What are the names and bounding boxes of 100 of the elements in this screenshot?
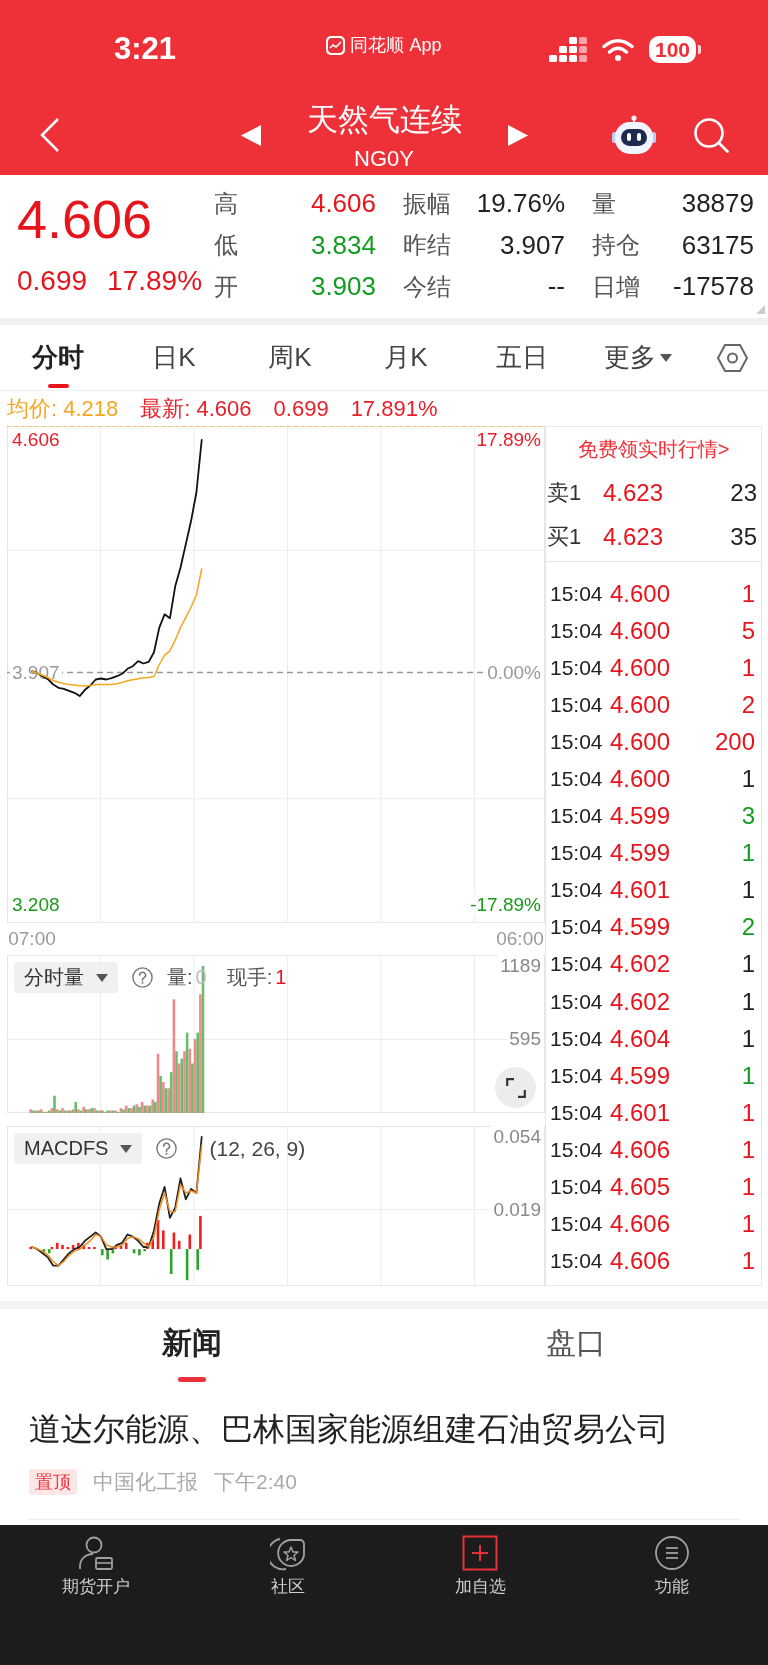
trade-time: 15:04 <box>550 952 604 977</box>
trade-price: 4.602 <box>610 987 672 1016</box>
indicator-parameters: (12, 26, 9) <box>209 1136 306 1161</box>
trade-price: 4.602 <box>610 950 672 979</box>
trade-time: 15:04 <box>550 1100 604 1125</box>
trade-price: 4.599 <box>610 802 672 831</box>
trade-volume: 1 <box>741 1024 755 1053</box>
stat-value: 63175 <box>681 229 754 261</box>
trade-volume: 1 <box>741 839 755 868</box>
stat-label: 日增 <box>592 271 640 302</box>
trade-price: 4.600 <box>610 765 672 793</box>
trade-volume: 1 <box>741 1135 755 1164</box>
trade-price: 4.604 <box>610 1024 672 1053</box>
trade-price: 4.600 <box>610 579 672 608</box>
trade-time: 15:04 <box>550 1026 604 1051</box>
stat-label: 开 <box>214 271 238 302</box>
readout-label: 现手: <box>226 965 273 990</box>
trade-time: 15:04 <box>550 841 604 866</box>
trade-time: 15:04 <box>550 1249 604 1274</box>
order-book-price: 4.623 <box>603 523 665 551</box>
trade-price: 4.606 <box>610 1135 672 1164</box>
trade-price: 4.599 <box>610 839 672 868</box>
stat-value: 38879 <box>681 188 754 220</box>
trade-time: 15:04 <box>550 618 604 643</box>
news-source: 中国化工报 <box>93 1469 198 1495</box>
price-change: 0.699 <box>17 265 88 297</box>
stat-label: 今结 <box>403 271 451 302</box>
trade-volume: 2 <box>741 913 755 942</box>
latest-price-legend: 最新: 4.606 <box>140 393 252 424</box>
trade-volume: 3 <box>741 802 755 831</box>
trade-time: 15:04 <box>550 1063 604 1088</box>
trade-price: 4.600 <box>610 653 672 682</box>
stat-label: 振幅 <box>403 188 451 219</box>
trade-time: 15:04 <box>550 915 604 940</box>
change-legend: 0.699 <box>273 395 329 422</box>
trade-volume: 2 <box>741 690 755 719</box>
order-book-label: 买1 <box>547 523 583 551</box>
stat-label: 低 <box>214 230 238 261</box>
trade-time: 15:04 <box>550 655 604 680</box>
percent-axis-label: -17.89% <box>468 894 543 917</box>
status-time: 3:21 <box>114 31 177 67</box>
trade-price: 4.600 <box>610 727 672 756</box>
trade-time: 15:04 <box>550 1212 604 1237</box>
news-time: 下午2:40 <box>214 1469 297 1495</box>
stat-value: 4.606 <box>310 188 376 220</box>
order-book-label: 卖1 <box>547 479 583 507</box>
order-book-volume: 35 <box>730 523 757 551</box>
stat-value: 3.834 <box>310 229 376 261</box>
trade-time: 15:04 <box>550 729 604 754</box>
percent-legend: 17.891% <box>350 395 438 422</box>
pinned-tag: 置顶 <box>29 1469 77 1495</box>
stat-value: 3.903 <box>310 271 376 303</box>
trade-price: 4.606 <box>610 1247 672 1276</box>
trade-volume: 1 <box>741 1098 755 1127</box>
order-book-volume: 23 <box>730 479 757 507</box>
trade-price: 4.600 <box>610 616 672 645</box>
percent-change: 17.89% <box>107 265 203 297</box>
trade-time: 15:04 <box>550 767 604 791</box>
readout-value: 1 <box>275 966 287 989</box>
trade-price: 4.605 <box>610 1173 672 1202</box>
order-book-price: 4.623 <box>603 479 665 507</box>
trade-price: 4.599 <box>610 1061 672 1090</box>
trade-volume: 1 <box>741 987 755 1016</box>
readout-label: 量: <box>167 965 193 990</box>
trade-time: 15:04 <box>550 1137 604 1162</box>
trade-time: 15:04 <box>550 1175 604 1200</box>
trade-price: 4.601 <box>610 1098 672 1127</box>
time-axis-label: 06:00 <box>496 928 544 950</box>
trade-volume: 1 <box>741 1173 755 1202</box>
average-price-legend: 均价: 4.218 <box>7 393 119 424</box>
stat-value: -17578 <box>673 271 754 303</box>
trade-volume: 200 <box>714 727 755 756</box>
trade-volume: 1 <box>741 950 755 979</box>
trade-price: 4.606 <box>610 1210 672 1239</box>
stat-value: 3.907 <box>499 229 565 261</box>
trade-volume: 1 <box>741 1061 755 1090</box>
last-price: 4.606 <box>17 191 153 247</box>
stat-label: 持仓 <box>592 230 640 261</box>
instrument-title: 天然气连续 <box>306 102 462 138</box>
trade-volume: 1 <box>741 579 755 608</box>
stat-value: 19.76% <box>476 188 565 220</box>
instrument-code: NG0Y <box>354 147 414 171</box>
trade-volume: 5 <box>741 616 755 645</box>
trade-volume: 1 <box>741 653 755 682</box>
stat-label: 高 <box>214 188 238 219</box>
trade-time: 15:04 <box>550 692 604 717</box>
battery-indicator: 100 <box>648 35 701 63</box>
trade-time: 15:04 <box>550 989 604 1014</box>
trade-price: 4.599 <box>610 913 672 942</box>
stat-value: -- <box>547 271 565 303</box>
trade-volume: 1 <box>741 876 755 905</box>
stat-label: 昨结 <box>403 230 451 261</box>
time-axis-label: 07:00 <box>8 928 56 950</box>
trade-time: 15:04 <box>550 581 604 606</box>
stat-label: 量 <box>592 188 616 219</box>
trade-volume: 1 <box>741 1247 755 1276</box>
trade-volume: 1 <box>741 765 755 793</box>
trade-time: 15:04 <box>550 804 604 829</box>
trade-volume: 1 <box>741 1210 755 1239</box>
trade-time: 15:04 <box>550 878 604 903</box>
